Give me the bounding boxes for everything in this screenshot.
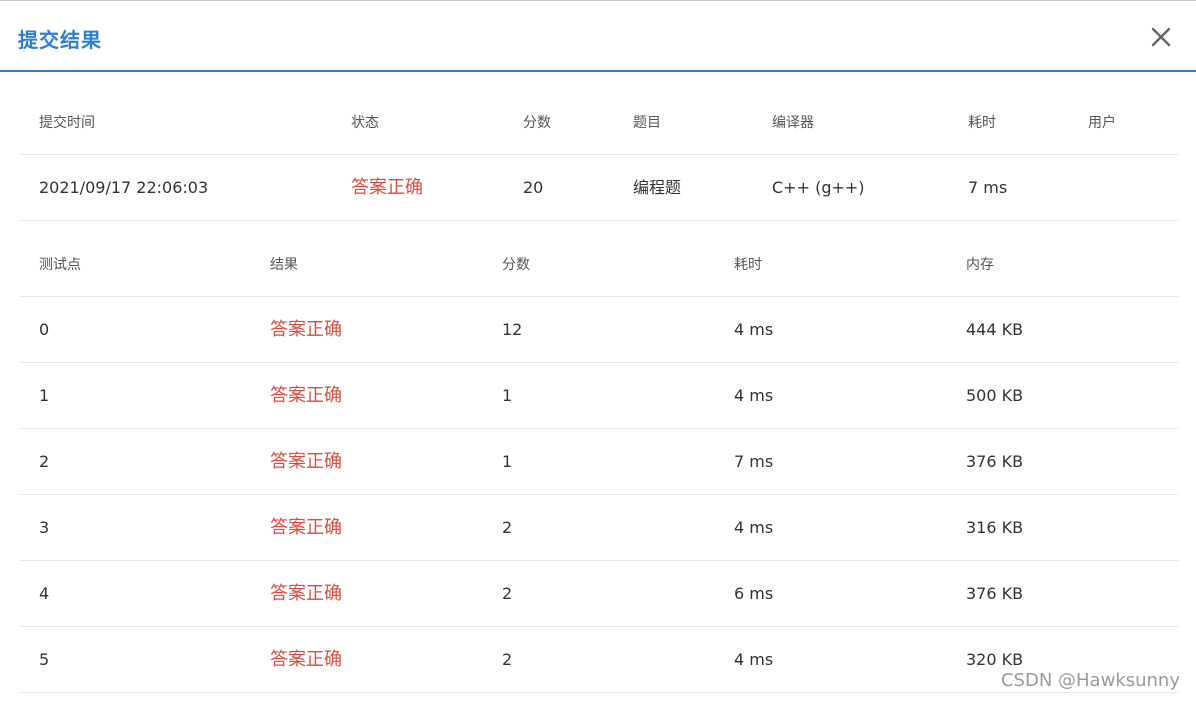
case-memory: 376 KB — [966, 452, 1024, 471]
watermark: CSDN @Hawksunny — [1000, 670, 1180, 691]
table-row: 1 答案正确 1 4 ms 500 KB — [19, 363, 1179, 429]
table-row: 4 答案正确 2 6 ms 376 KB — [19, 561, 1179, 627]
compiler-value: C++ (g++) — [772, 178, 865, 197]
header-duration: 耗时 — [968, 115, 996, 131]
case-score: 2 — [502, 650, 513, 669]
case-time: 4 ms — [734, 650, 774, 669]
dialog-title: 提交结果 — [18, 28, 102, 52]
test-cases-table: 测试点 结果 分数 耗时 内存 0 答案正确 12 4 ms 444 KB 1 … — [19, 234, 1179, 693]
table-row: 0 答案正确 12 4 ms 444 KB — [19, 297, 1179, 363]
header-case-score: 分数 — [502, 257, 530, 273]
case-score: 1 — [502, 386, 513, 405]
case-result: 答案正确 — [270, 319, 342, 340]
score-value: 20 — [523, 178, 544, 197]
header-result: 结果 — [270, 257, 298, 273]
duration-value: 7 ms — [968, 178, 1008, 197]
case-result: 答案正确 — [270, 517, 342, 538]
header-user: 用户 — [1088, 115, 1116, 131]
dialog-header: 提交结果 — [0, 0, 1196, 72]
case-time: 7 ms — [734, 452, 774, 471]
problem-link[interactable]: 编程题 — [633, 155, 681, 221]
close-button[interactable] — [1146, 22, 1176, 52]
cases-header-row: 测试点 结果 分数 耗时 内存 — [19, 234, 1179, 297]
case-id: 0 — [39, 320, 50, 339]
submit-time: 2021/09/17 22:06:03 — [39, 178, 209, 197]
case-time: 4 ms — [734, 320, 774, 339]
case-memory: 376 KB — [966, 584, 1024, 603]
header-case-time: 耗时 — [734, 257, 762, 273]
header-compiler: 编译器 — [772, 115, 814, 131]
header-problem: 题目 — [633, 115, 661, 131]
table-row: 2 答案正确 1 7 ms 376 KB — [19, 429, 1179, 495]
summary-data-row: 2021/09/17 22:06:03 答案正确 20 编程题 C++ (g++… — [19, 155, 1179, 221]
case-memory: 444 KB — [966, 320, 1024, 339]
header-status: 状态 — [351, 115, 379, 131]
case-id: 5 — [39, 650, 50, 669]
table-row: 3 答案正确 2 4 ms 316 KB — [19, 495, 1179, 561]
close-icon — [1151, 27, 1171, 47]
case-score: 2 — [502, 584, 513, 603]
case-memory: 316 KB — [966, 518, 1024, 537]
case-result: 答案正确 — [270, 451, 342, 472]
submission-summary-table: 提交时间 状态 分数 题目 编译器 耗时 用户 2021/09/17 22:06… — [19, 92, 1179, 221]
case-score: 2 — [502, 518, 513, 537]
header-submit-time: 提交时间 — [39, 115, 95, 131]
case-result: 答案正确 — [270, 583, 342, 604]
case-time: 4 ms — [734, 518, 774, 537]
case-score: 1 — [502, 452, 513, 471]
case-result: 答案正确 — [270, 385, 342, 406]
case-time: 4 ms — [734, 386, 774, 405]
case-result: 答案正确 — [270, 649, 342, 670]
case-id: 2 — [39, 452, 50, 471]
case-id: 4 — [39, 584, 50, 603]
case-time: 6 ms — [734, 584, 774, 603]
header-case-id: 测试点 — [39, 257, 81, 273]
case-memory: 500 KB — [966, 386, 1024, 405]
header-score: 分数 — [523, 115, 551, 131]
case-id: 1 — [39, 386, 50, 405]
case-score: 12 — [502, 320, 523, 339]
summary-header-row: 提交时间 状态 分数 题目 编译器 耗时 用户 — [19, 92, 1179, 155]
header-memory: 内存 — [966, 257, 994, 273]
case-id: 3 — [39, 518, 50, 537]
status-link[interactable]: 答案正确 — [351, 155, 423, 221]
